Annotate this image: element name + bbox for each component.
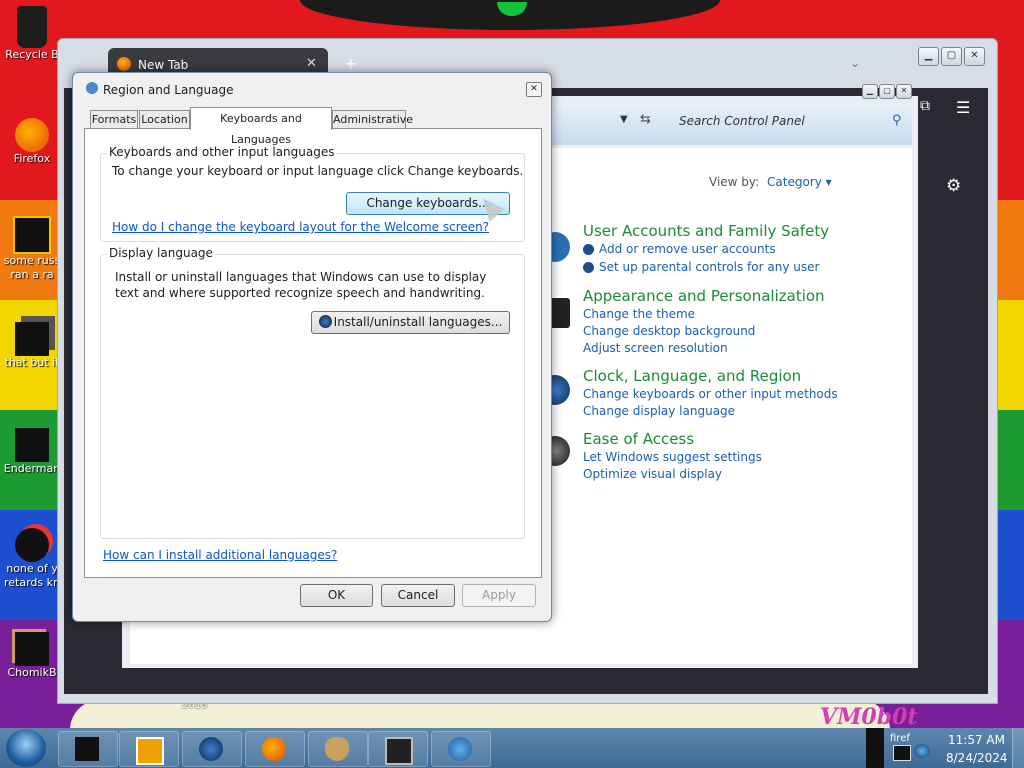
wallpaper-watermark: VM0b0t bbox=[820, 704, 918, 730]
shield-icon bbox=[583, 262, 594, 273]
install-additional-languages-link[interactable]: How can I install additional languages? bbox=[103, 548, 337, 562]
taskbar-item-firefox[interactable] bbox=[245, 731, 305, 767]
link-suggest-settings[interactable]: Let Windows suggest settings bbox=[583, 450, 762, 464]
search-icon[interactable]: ⚲ bbox=[892, 113, 902, 128]
dialog-title: Region and Language bbox=[103, 83, 234, 97]
extensions-icon[interactable]: ⧉ bbox=[920, 98, 930, 114]
dialog-close-button[interactable]: ✕ bbox=[526, 82, 542, 97]
tray-firefox-label[interactable]: firef bbox=[890, 733, 910, 744]
display-language-description: Install or uninstall languages that Wind… bbox=[115, 270, 487, 300]
desktop-icon-recycle-bin[interactable]: Recycle B bbox=[0, 6, 64, 62]
app-icon bbox=[15, 528, 49, 562]
globe-icon bbox=[199, 737, 223, 761]
keyboards-group-title: Keyboards and other input languages bbox=[107, 145, 337, 159]
category-ease-of-access[interactable]: Ease of Access bbox=[583, 430, 694, 448]
cp-maximize-button[interactable]: ▢ bbox=[879, 84, 895, 99]
desktop-icon-some-russ[interactable]: some russ ran a ra bbox=[0, 216, 64, 282]
tab-formats[interactable]: Formats bbox=[90, 110, 138, 129]
view-by-label: View by: bbox=[709, 175, 760, 189]
folder-icon bbox=[15, 322, 49, 356]
taskbar-item-explorer[interactable] bbox=[58, 731, 118, 767]
desktop-icon-chomikb[interactable]: ChomikB bbox=[0, 632, 64, 680]
black-box-icon bbox=[75, 737, 99, 761]
firefox-icon bbox=[15, 118, 49, 152]
chevron-down-icon[interactable]: ⌄ bbox=[850, 56, 860, 70]
install-uninstall-languages-button[interactable]: Install/uninstall languages... bbox=[311, 311, 510, 334]
clock-time[interactable]: 11:57 AM bbox=[948, 733, 1005, 747]
taskbar-item-monitor[interactable] bbox=[368, 731, 428, 767]
link-parental-controls[interactable]: Set up parental controls for any user bbox=[599, 260, 819, 274]
welcome-screen-keyboard-link[interactable]: How do I change the keyboard layout for … bbox=[112, 220, 489, 234]
desktop-icon-none-of-y[interactable]: none of y retards kn bbox=[0, 528, 64, 590]
cp-search-placeholder: Search Control Panel bbox=[679, 114, 805, 128]
taskbar-item-money[interactable] bbox=[308, 731, 368, 767]
desktop-icon-enderman[interactable]: Enderman bbox=[0, 428, 64, 476]
monitor-icon bbox=[385, 737, 413, 765]
refresh-icon[interactable]: ⇆ bbox=[640, 112, 651, 127]
taskbar-item-control-panel[interactable] bbox=[431, 731, 491, 767]
show-desktop-button[interactable] bbox=[1012, 728, 1024, 768]
globe-icon bbox=[318, 315, 332, 328]
app-icon bbox=[15, 428, 49, 462]
maximize-button[interactable]: ▢ bbox=[941, 47, 962, 66]
cp-minimize-button[interactable]: ▁ bbox=[862, 84, 878, 99]
desktop-icon-firefox[interactable]: Firefox bbox=[0, 118, 64, 166]
ok-button[interactable]: OK bbox=[300, 584, 373, 607]
taskbar-item-media-player[interactable] bbox=[119, 731, 179, 767]
link-change-display-language[interactable]: Change display language bbox=[583, 404, 735, 418]
tray-redacted-area bbox=[866, 728, 884, 768]
link-optimize-display[interactable]: Optimize visual display bbox=[583, 467, 722, 481]
minimize-button[interactable]: ▁ bbox=[918, 47, 939, 66]
recycle-bin-icon bbox=[17, 6, 47, 48]
tab-keyboards-and-languages[interactable]: Keyboards and Languages bbox=[190, 107, 332, 146]
app-icon bbox=[15, 632, 49, 666]
link-change-keyboards[interactable]: Change keyboards or other input methods bbox=[583, 387, 838, 401]
firefox-tab-icon bbox=[117, 57, 131, 71]
close-tab-icon[interactable]: ✕ bbox=[306, 56, 317, 71]
control-panel-icon bbox=[448, 737, 472, 761]
cp-close-button[interactable]: ✕ bbox=[896, 84, 912, 99]
chevron-down-icon[interactable]: ▼ bbox=[620, 114, 628, 125]
link-change-theme[interactable]: Change the theme bbox=[583, 307, 695, 321]
category-appearance[interactable]: Appearance and Personalization bbox=[583, 287, 825, 305]
close-button[interactable]: ✕ bbox=[964, 47, 985, 66]
keyboards-description: To change your keyboard or input languag… bbox=[112, 164, 524, 178]
money-bag-icon bbox=[325, 737, 349, 761]
shield-icon bbox=[583, 244, 594, 255]
menu-icon[interactable]: ☰ bbox=[956, 98, 970, 117]
media-player-icon bbox=[136, 737, 164, 765]
apply-button[interactable]: Apply bbox=[462, 584, 536, 607]
category-clock-language-region[interactable]: Clock, Language, and Region bbox=[583, 367, 801, 385]
firefox-icon bbox=[262, 737, 286, 761]
file-icon bbox=[13, 216, 51, 254]
tab-administrative[interactable]: Administrative bbox=[332, 110, 413, 129]
link-adjust-resolution[interactable]: Adjust screen resolution bbox=[583, 341, 728, 355]
network-icon[interactable] bbox=[914, 744, 930, 758]
start-button[interactable] bbox=[6, 729, 46, 767]
tab-location[interactable]: Location bbox=[139, 110, 190, 129]
gear-icon[interactable]: ⚙ bbox=[946, 176, 961, 196]
clock-date[interactable]: 8/24/2024 bbox=[946, 751, 1008, 765]
link-add-remove-users[interactable]: Add or remove user accounts bbox=[599, 242, 776, 256]
browser-tab-title: New Tab bbox=[138, 58, 189, 72]
category-user-accounts[interactable]: User Accounts and Family Safety bbox=[583, 222, 829, 240]
desktop-icon-that-but-it[interactable]: that but it bbox=[0, 322, 64, 370]
tray-app-icon[interactable] bbox=[893, 745, 911, 761]
globe-icon bbox=[86, 82, 98, 94]
link-change-background[interactable]: Change desktop background bbox=[583, 324, 755, 338]
view-by-dropdown[interactable]: Category ▾ bbox=[767, 175, 832, 189]
new-tab-button[interactable]: + bbox=[344, 54, 357, 73]
cancel-button[interactable]: Cancel bbox=[381, 584, 455, 607]
display-language-group-title: Display language bbox=[107, 246, 215, 260]
taskbar-item-globe[interactable] bbox=[182, 731, 242, 767]
